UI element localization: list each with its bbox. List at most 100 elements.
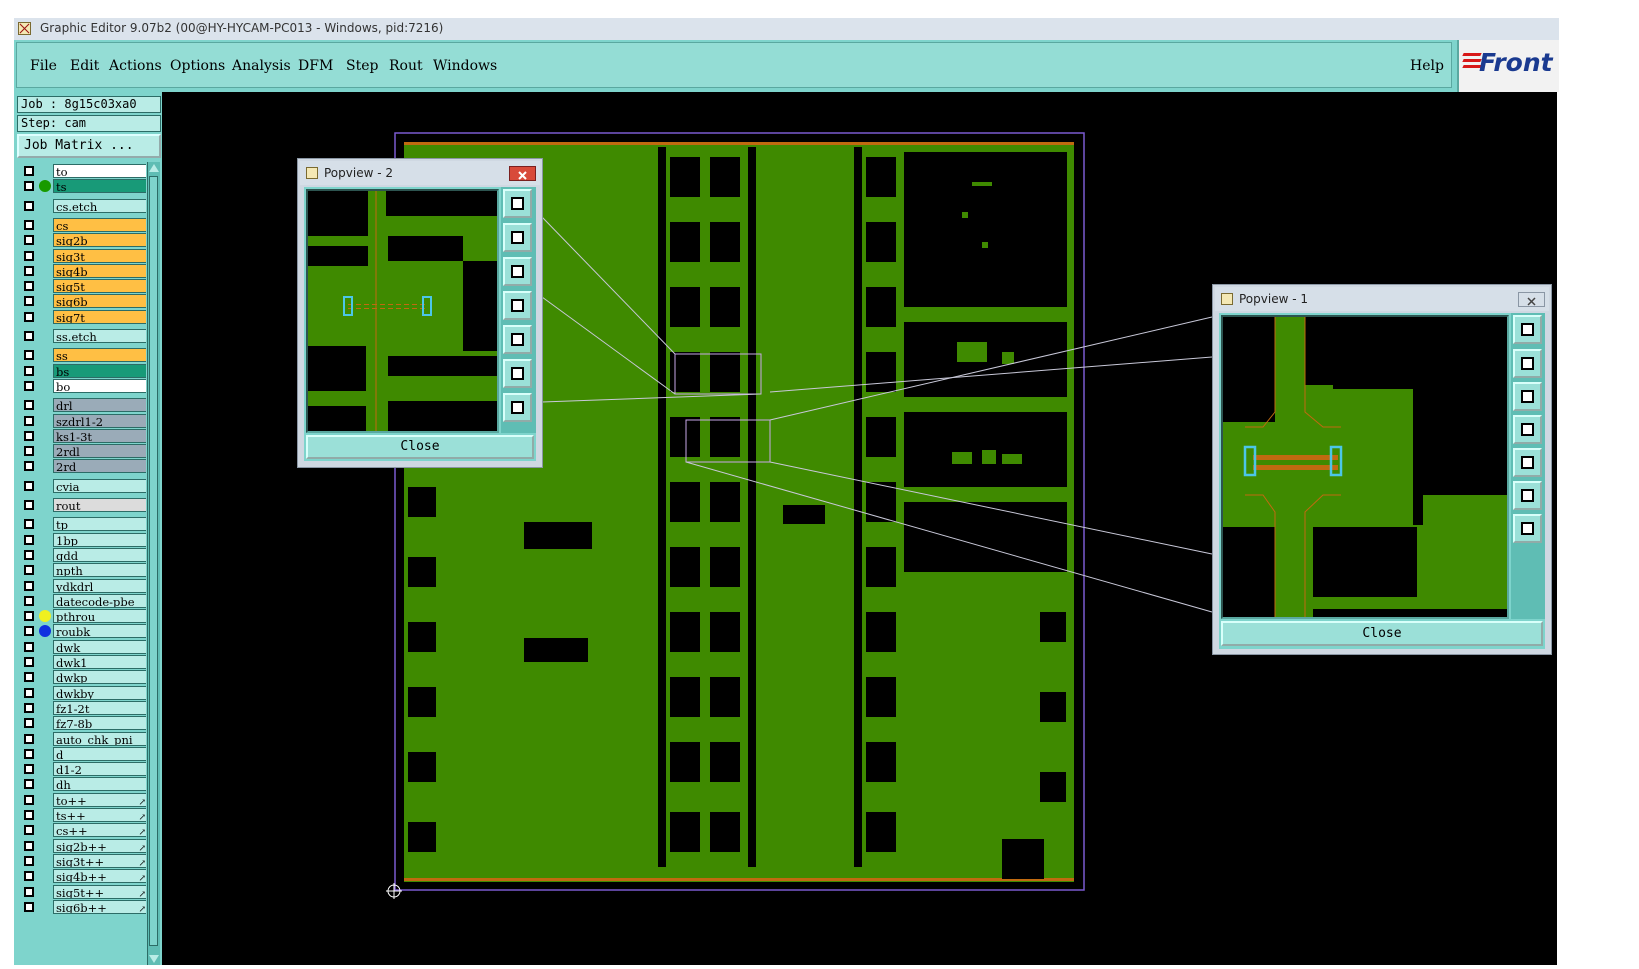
layer-name[interactable]: dwk1 bbox=[53, 655, 146, 669]
layer-checkbox[interactable] bbox=[24, 250, 34, 261]
popview-1-pan-right-button[interactable] bbox=[1513, 448, 1542, 477]
layer-checkbox[interactable] bbox=[24, 461, 34, 472]
layer-checkbox[interactable] bbox=[24, 901, 34, 912]
popview-2-close-button[interactable]: Close bbox=[306, 435, 534, 459]
layer-name[interactable]: ydkdrl bbox=[53, 578, 146, 593]
layer-name[interactable]: pthrou bbox=[53, 609, 146, 624]
layer-checkbox[interactable] bbox=[24, 350, 34, 361]
layer-name[interactable]: ss bbox=[53, 348, 146, 363]
layer-row[interactable]: sig4b++ ↗ bbox=[21, 869, 146, 884]
popview-1-zoom-fit-button[interactable] bbox=[1513, 315, 1542, 344]
layer-row[interactable]: to bbox=[21, 164, 146, 178]
layer-name[interactable]: cs++ ↗ bbox=[53, 823, 146, 838]
layer-name[interactable]: sig4b++ ↗ bbox=[53, 869, 146, 884]
layer-checkbox[interactable] bbox=[24, 365, 34, 376]
layer-display-indicator[interactable] bbox=[39, 610, 51, 623]
popview-1-titlebar[interactable]: Popview - 1 bbox=[1215, 287, 1549, 311]
popview-2-pan-up-button[interactable] bbox=[503, 223, 532, 252]
layer-row[interactable]: fz1-2t bbox=[21, 700, 146, 715]
layer-name[interactable]: sig2b bbox=[53, 233, 146, 248]
layer-checkbox[interactable] bbox=[24, 626, 34, 637]
layer-name[interactable]: auto_chk_pni bbox=[53, 731, 146, 746]
layer-row[interactable]: cs.etch bbox=[21, 198, 146, 213]
layer-row[interactable]: fz7-8b bbox=[21, 716, 146, 731]
layer-checkbox[interactable] bbox=[24, 810, 34, 820]
layer-checkbox[interactable] bbox=[24, 265, 34, 276]
layer-name[interactable]: 1bp bbox=[53, 532, 146, 547]
layer-row[interactable]: sig5t++ ↗ bbox=[21, 884, 146, 899]
layer-name[interactable]: sig6b++ ↗ bbox=[53, 899, 146, 914]
layer-checkbox[interactable] bbox=[24, 534, 34, 545]
layer-display-indicator[interactable] bbox=[39, 625, 51, 638]
layer-row[interactable]: 2rd bbox=[21, 459, 146, 474]
popview-1-pan-down-button[interactable] bbox=[1513, 382, 1542, 411]
layer-checkbox[interactable] bbox=[24, 380, 34, 391]
layer-checkbox[interactable] bbox=[24, 794, 34, 805]
layer-name[interactable]: rout bbox=[53, 498, 146, 512]
popview-2-zoom-in-button[interactable] bbox=[503, 359, 532, 388]
layer-checkbox[interactable] bbox=[24, 748, 34, 759]
scroll-down-arrow-icon[interactable] bbox=[149, 955, 159, 963]
layer-name[interactable]: tp bbox=[53, 517, 146, 532]
layer-checkbox[interactable] bbox=[24, 657, 34, 667]
layer-row[interactable]: datecode-pbe bbox=[21, 593, 146, 608]
layer-checkbox[interactable] bbox=[24, 733, 34, 744]
menu-analysis[interactable]: Analysis bbox=[232, 58, 291, 74]
layer-name[interactable]: cvia bbox=[53, 478, 146, 493]
layer-checkbox[interactable] bbox=[24, 331, 34, 341]
layer-checkbox[interactable] bbox=[24, 687, 34, 698]
layer-row[interactable]: bo bbox=[21, 378, 146, 393]
layer-row[interactable]: dwk1 bbox=[21, 655, 146, 669]
layer-name[interactable]: szdrl1-2 bbox=[53, 413, 146, 428]
layer-name[interactable]: d bbox=[53, 746, 146, 761]
layer-row[interactable]: szdrl1-2 bbox=[21, 413, 146, 428]
layer-name[interactable]: sig3t bbox=[53, 248, 146, 263]
layer-name[interactable]: drl bbox=[53, 398, 146, 413]
layer-name[interactable]: fz7-8b bbox=[53, 716, 146, 731]
layer-checkbox[interactable] bbox=[24, 400, 34, 411]
popview-1-window[interactable]: Popview - 1 Close bbox=[1212, 284, 1552, 655]
layer-row[interactable]: sig3t++ ↗ bbox=[21, 853, 146, 868]
layer-name[interactable]: 2rd bbox=[53, 459, 146, 474]
layer-row[interactable]: d bbox=[21, 746, 146, 761]
popview-2-pan-left-button[interactable] bbox=[503, 291, 532, 320]
layer-checkbox[interactable] bbox=[24, 430, 34, 441]
layer-checkbox[interactable] bbox=[24, 611, 34, 622]
popview-1-zoom-in-button[interactable] bbox=[1513, 481, 1542, 510]
layer-name[interactable]: sig6b bbox=[53, 294, 146, 309]
layer-checkbox[interactable] bbox=[24, 764, 34, 775]
layer-row[interactable]: sig6b++ ↗ bbox=[21, 899, 146, 914]
layer-name[interactable]: sig5t bbox=[53, 279, 146, 294]
layer-name[interactable]: dh bbox=[53, 777, 146, 792]
layer-checkbox[interactable] bbox=[24, 549, 34, 560]
layer-scrollbar[interactable] bbox=[147, 162, 160, 965]
layer-row[interactable]: gdd bbox=[21, 547, 146, 562]
layer-name[interactable]: ss.etch bbox=[53, 329, 146, 343]
menu-file[interactable]: File bbox=[30, 58, 57, 74]
layer-row[interactable]: sig2b++ ↗ bbox=[21, 838, 146, 853]
layer-checkbox[interactable] bbox=[24, 219, 34, 230]
menu-rout[interactable]: Rout bbox=[389, 58, 423, 74]
layer-checkbox[interactable] bbox=[24, 855, 34, 866]
popview-1-close-button[interactable]: Close bbox=[1221, 621, 1543, 646]
menu-options[interactable]: Options bbox=[170, 58, 225, 74]
menu-actions[interactable]: Actions bbox=[109, 58, 162, 74]
layer-display-indicator[interactable] bbox=[39, 180, 51, 193]
menu-dfm[interactable]: DFM bbox=[298, 58, 333, 74]
layer-name[interactable]: sig3t++ ↗ bbox=[53, 853, 146, 868]
layer-row[interactable]: ydkdrl bbox=[21, 578, 146, 593]
layer-row[interactable]: drl bbox=[21, 398, 146, 413]
layer-row[interactable]: sig7t bbox=[21, 309, 146, 324]
layer-checkbox[interactable] bbox=[24, 181, 34, 192]
layer-checkbox[interactable] bbox=[24, 166, 34, 176]
layer-row[interactable]: 1bp bbox=[21, 532, 146, 547]
layer-checkbox[interactable] bbox=[24, 672, 34, 683]
layer-checkbox[interactable] bbox=[24, 565, 34, 576]
layer-row[interactable]: tp bbox=[21, 517, 146, 532]
popview-2-close-icon[interactable] bbox=[509, 166, 536, 181]
layer-row[interactable]: dwkby bbox=[21, 685, 146, 700]
layer-name[interactable]: dwkp bbox=[53, 670, 146, 685]
layer-name[interactable]: sig4b bbox=[53, 263, 146, 278]
layer-name[interactable]: npth bbox=[53, 563, 146, 578]
layer-row[interactable]: roubk bbox=[21, 624, 146, 639]
